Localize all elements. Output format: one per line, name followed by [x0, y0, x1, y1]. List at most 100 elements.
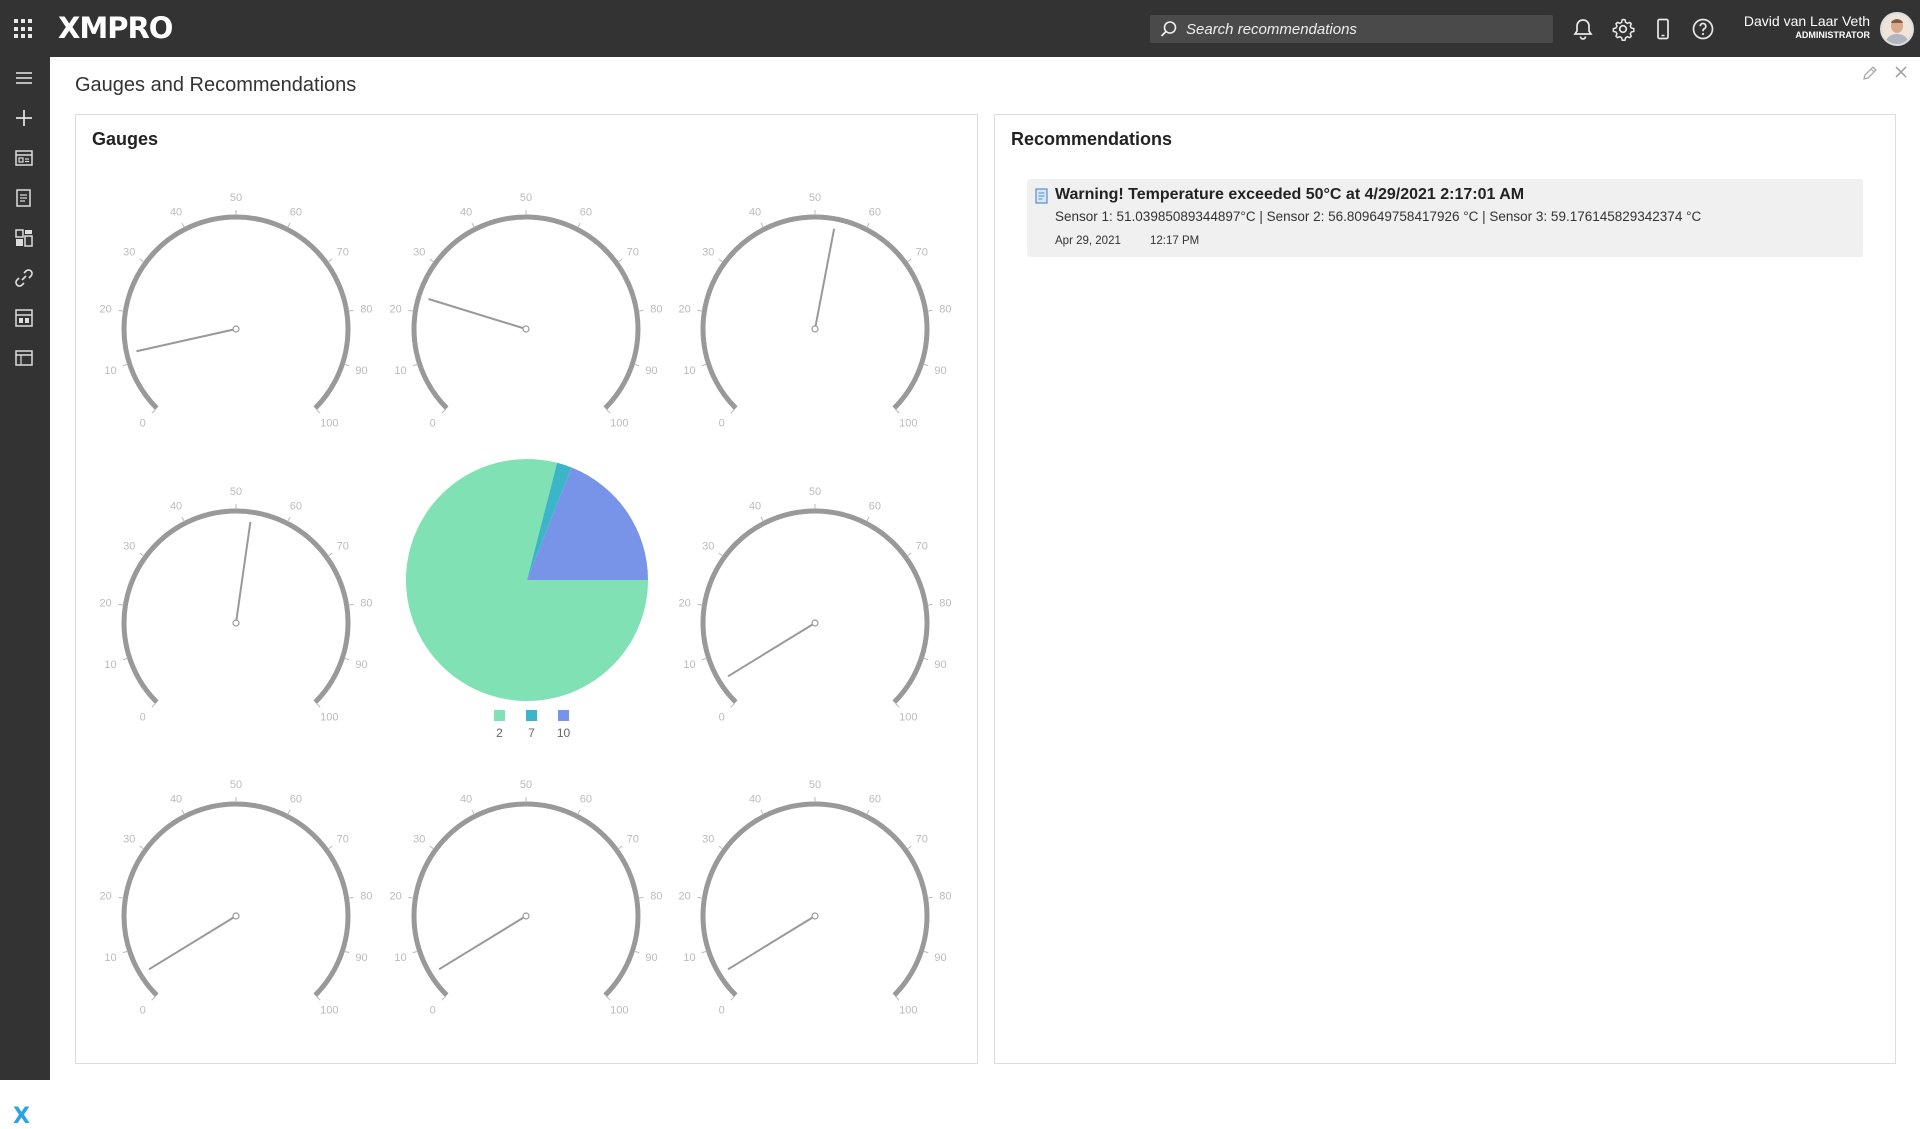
app-designer-icon[interactable] — [13, 147, 35, 169]
gauge-tick — [697, 603, 703, 606]
gauge-tick — [617, 845, 623, 850]
gauge-tick — [718, 845, 724, 850]
gauge-arc — [700, 508, 930, 704]
gauge-arc — [121, 214, 351, 410]
pie-legend-label: 7 — [528, 726, 535, 740]
gauge-tick-label: 40 — [170, 500, 182, 512]
gauge-tick — [606, 996, 611, 1001]
gauge-tick — [327, 845, 333, 850]
logo-text: XMPRO — [58, 11, 173, 45]
gauge-needle — [148, 915, 237, 971]
gauge-tick — [287, 809, 291, 815]
gauge-tick — [730, 996, 735, 1001]
gauge-tick — [471, 809, 475, 815]
edit-icon[interactable] — [1861, 64, 1879, 82]
gauge-hub — [232, 619, 240, 627]
search-input[interactable] — [1186, 20, 1546, 38]
gauge-tick-label: 20 — [679, 303, 691, 315]
gauge-tick — [344, 657, 350, 661]
gauge-tick-label: 80 — [360, 303, 372, 315]
help-icon[interactable] — [1690, 16, 1716, 42]
gauge-tick — [441, 409, 446, 414]
xmpro-x-icon[interactable]: X — [13, 1104, 30, 1129]
gauge-tick-label: 80 — [360, 597, 372, 609]
template-icon[interactable] — [13, 347, 35, 369]
gauge-hub — [522, 912, 530, 920]
gauge-tick — [429, 845, 435, 850]
gauge-tick — [429, 258, 435, 263]
gauge-tick — [718, 258, 724, 263]
gauge-tick-label: 20 — [679, 597, 691, 609]
recommendation-title: Warning! Temperature exceeded 50°C at 4/… — [1055, 186, 1525, 203]
gauge-tick-label: 40 — [749, 206, 761, 218]
gauge: 0 10 20 30 40 50 60 70 80 90 100 — [390, 192, 663, 429]
data-stream-icon[interactable] — [13, 307, 35, 329]
gauge-tick-label: 10 — [683, 952, 695, 964]
gauge-tick-label: 70 — [916, 540, 928, 552]
gauge-tick-label: 50 — [809, 192, 821, 204]
gauge-tick-label: 20 — [390, 890, 402, 902]
gauge-tick — [866, 809, 870, 815]
gauge-arc — [700, 214, 930, 410]
gauge-tick — [344, 363, 350, 367]
xmpro-logo[interactable]: XMPRO — [58, 11, 173, 45]
gauge-tick-label: 60 — [290, 793, 302, 805]
gauge-tick — [471, 222, 475, 228]
search-box[interactable] — [1150, 15, 1553, 43]
recommendation-card[interactable]: Warning! Temperature exceeded 50°C at 4/… — [1027, 179, 1863, 257]
gauge-tick-label: 70 — [627, 833, 639, 845]
gauge-tick — [617, 258, 623, 263]
gauge-tick-label: 20 — [100, 303, 112, 315]
gauge-tick-label: 60 — [580, 206, 592, 218]
gauge-tick-label: 10 — [683, 659, 695, 671]
gauge-tick-label: 40 — [749, 500, 761, 512]
mobile-device-icon[interactable] — [1650, 16, 1676, 42]
gauge-tick — [895, 703, 900, 708]
gauges-panel: Gauges 0 10 20 30 40 50 60 70 80 90 100 0 10 20 30 40 50… — [75, 114, 978, 1064]
gauge-tick — [348, 603, 354, 606]
user-info[interactable]: David van Laar Veth ADMINISTRATOR — [1744, 13, 1870, 40]
gauge-tick — [316, 996, 321, 1001]
gauge-tick — [697, 309, 703, 312]
gauge-tick — [327, 552, 333, 557]
gauge-tick-label: 30 — [702, 246, 714, 258]
gauge-tick — [122, 363, 128, 367]
gauge-tick-label: 30 — [123, 833, 135, 845]
gauge-tick-label: 0 — [430, 417, 436, 429]
bell-icon[interactable] — [1570, 16, 1596, 42]
gauge-tick-label: 50 — [520, 192, 532, 204]
pie-legend-label: 10 — [557, 726, 571, 740]
gauge-tick — [118, 309, 124, 312]
app-launcher-icon[interactable] — [14, 19, 34, 39]
avatar[interactable] — [1880, 12, 1914, 46]
gauge-needle — [727, 915, 816, 971]
gauge-tick — [577, 809, 581, 815]
gauge-tick — [895, 996, 900, 1001]
gauge-tick — [151, 409, 156, 414]
gauge-tick — [441, 996, 446, 1001]
menu-icon[interactable] — [13, 67, 35, 89]
link-icon[interactable] — [13, 267, 35, 289]
gauge-tick-label: 0 — [719, 711, 725, 723]
gauge-tick-label: 100 — [610, 1004, 628, 1016]
gauge-arc — [121, 801, 351, 997]
gauge-tick — [730, 409, 735, 414]
gauge-tick-label: 90 — [645, 952, 657, 964]
gauge: 0 10 20 30 40 50 60 70 80 90 100 — [390, 779, 663, 1016]
gauge-tick-label: 90 — [355, 365, 367, 377]
gauge-hub — [232, 912, 240, 920]
gauge-tick-label: 80 — [650, 303, 662, 315]
gauge-tick — [923, 657, 929, 661]
gauge-tick — [139, 552, 145, 557]
close-icon[interactable] — [1893, 64, 1909, 80]
dashboard-icon[interactable] — [13, 227, 35, 249]
gear-icon[interactable] — [1610, 16, 1636, 42]
gauge-hub — [811, 325, 819, 333]
recommendations-icon[interactable] — [13, 187, 35, 209]
gauge-tick-label: 0 — [430, 1004, 436, 1016]
gauge-tick-label: 70 — [337, 540, 349, 552]
recommendation-date: Apr 29, 2021 — [1055, 235, 1121, 247]
gauge-tick-label: 100 — [320, 711, 338, 723]
gauge-tick — [866, 516, 870, 522]
add-icon[interactable] — [13, 107, 35, 129]
